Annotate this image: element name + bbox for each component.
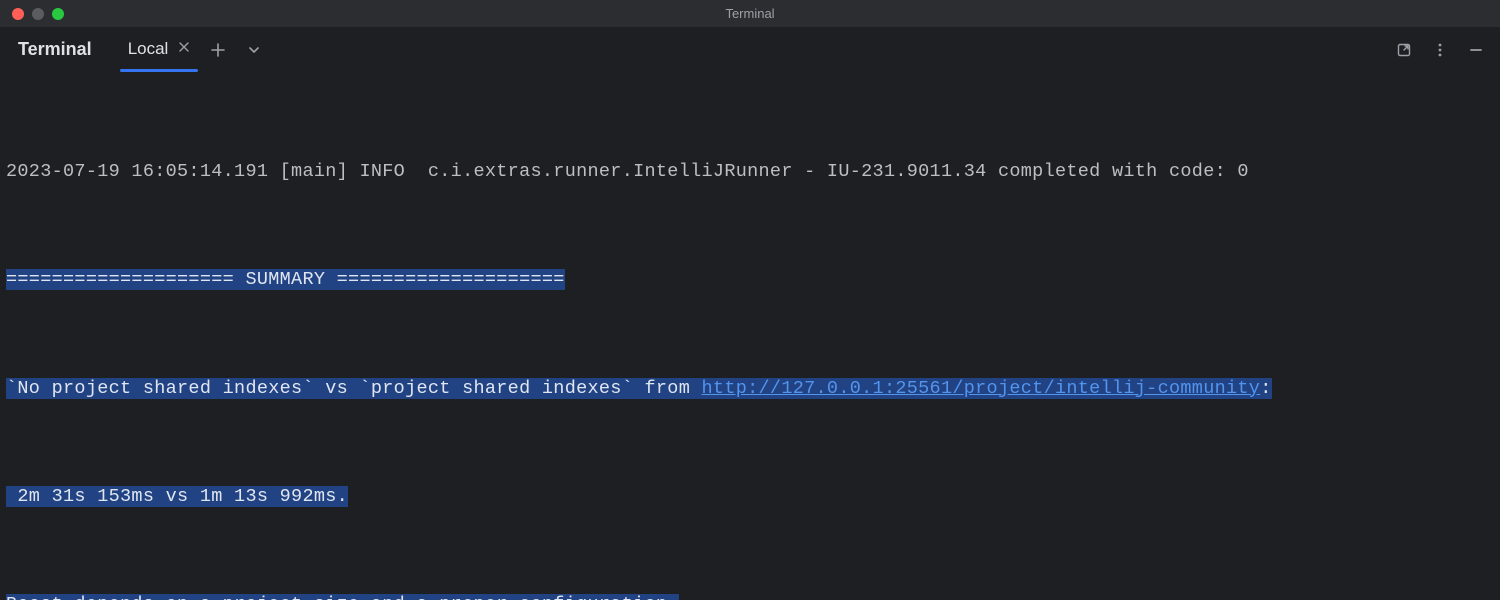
minimize-icon xyxy=(1468,42,1484,58)
selected-text: `No project shared indexes` vs `project … xyxy=(6,378,1272,399)
traffic-maximize-icon[interactable] xyxy=(52,8,64,20)
log-line: 2m 31s 153ms vs 1m 13s 992ms. xyxy=(6,479,1494,515)
log-line: 2023-07-19 16:05:14.191 [main] INFO c.i.… xyxy=(6,154,1494,190)
hide-tool-window-button[interactable] xyxy=(1462,36,1490,64)
new-tab-button[interactable] xyxy=(204,36,232,64)
log-line: ==================== SUMMARY ===========… xyxy=(6,262,1494,298)
tab-label: Local xyxy=(128,39,169,59)
terminal-output[interactable]: 2023-07-19 16:05:14.191 [main] INFO c.i.… xyxy=(0,72,1500,600)
selected-text: ==================== SUMMARY ===========… xyxy=(6,269,565,290)
plus-icon xyxy=(210,42,226,58)
window-titlebar: Terminal xyxy=(0,0,1500,28)
selected-text: Boost depends on a project size and a pr… xyxy=(6,594,679,600)
tool-window-actions xyxy=(1390,36,1490,64)
terminal-tabs: Local xyxy=(122,31,197,69)
log-line: Boost depends on a project size and a pr… xyxy=(6,587,1494,600)
popout-icon xyxy=(1396,42,1412,58)
traffic-close-icon[interactable] xyxy=(12,8,24,20)
tab-actions xyxy=(204,36,268,64)
more-options-button[interactable] xyxy=(1426,36,1454,64)
selected-text: 2m 31s 153ms vs 1m 13s 992ms. xyxy=(6,486,348,507)
popout-button[interactable] xyxy=(1390,36,1418,64)
terminal-header: Terminal Local xyxy=(0,28,1500,72)
chevron-down-icon xyxy=(247,43,261,57)
project-url-link[interactable]: http://127.0.0.1:25561/project/intellij-… xyxy=(702,378,1261,399)
close-tab-icon[interactable] xyxy=(178,41,190,57)
traffic-minimize-icon[interactable] xyxy=(32,8,44,20)
tab-local[interactable]: Local xyxy=(122,31,197,69)
more-vertical-icon xyxy=(1432,42,1448,58)
window-title: Terminal xyxy=(0,6,1500,21)
traffic-lights xyxy=(0,8,64,20)
tab-dropdown-button[interactable] xyxy=(240,36,268,64)
log-line: `No project shared indexes` vs `project … xyxy=(6,371,1494,407)
tool-window-title: Terminal xyxy=(18,39,92,60)
